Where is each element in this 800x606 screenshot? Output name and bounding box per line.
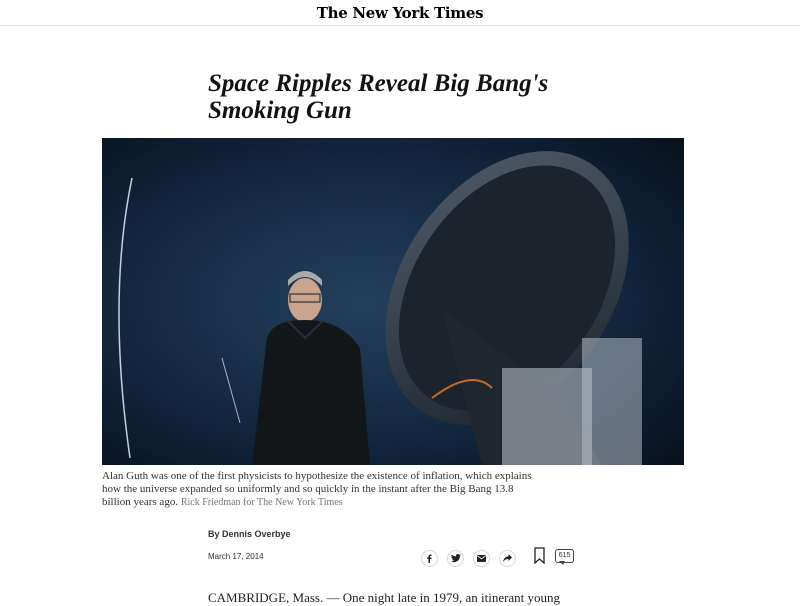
article-first-line: CAMBRIDGE, Mass. — One night late in 197…	[208, 590, 561, 605]
facebook-button[interactable]	[421, 549, 438, 567]
share-toolbar: 615	[421, 547, 575, 569]
photo-credit: Rick Friedman for The New York Times	[180, 497, 343, 508]
more-share-button[interactable]	[499, 549, 516, 567]
publish-date: March 17, 2014	[208, 552, 264, 561]
comments-button[interactable]: 615	[555, 549, 575, 567]
email-icon	[477, 554, 486, 562]
twitter-button[interactable]	[447, 549, 464, 567]
nyt-logo[interactable]: The New York Times	[317, 4, 484, 22]
email-button[interactable]	[473, 549, 490, 567]
article-headline: Space Ripples Reveal Big Bang's Smoking …	[208, 70, 549, 124]
masthead: The New York Times	[0, 0, 800, 26]
share-arrow-icon	[503, 554, 512, 562]
photo-caption: Alan Guth was one of the first physicist…	[102, 470, 542, 509]
byline[interactable]: By Dennis Overbye	[208, 529, 291, 539]
bookmark-icon	[534, 547, 545, 565]
comment-icon	[559, 561, 565, 565]
twitter-icon	[450, 553, 461, 562]
facebook-icon	[427, 554, 432, 563]
save-bookmark-button[interactable]	[534, 547, 545, 569]
lead-photo	[102, 138, 684, 465]
